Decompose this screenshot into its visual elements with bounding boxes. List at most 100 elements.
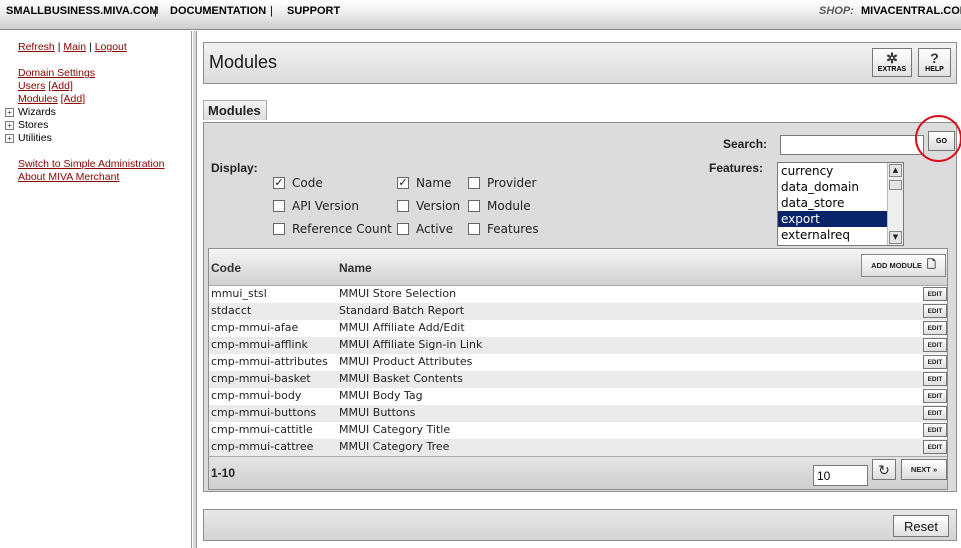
- main-link[interactable]: Main: [63, 41, 86, 53]
- modules-add-link[interactable]: [Add]: [61, 93, 86, 105]
- features-listbox[interactable]: currency data_domain data_store export e…: [777, 162, 904, 246]
- cell-code: cmp-mmui-cattree: [211, 440, 314, 453]
- expand-icon[interactable]: +: [5, 107, 14, 117]
- display-option-active[interactable]: Active: [397, 222, 453, 236]
- table-row[interactable]: cmp-mmui-attributes MMUI Product Attribu…: [209, 354, 947, 371]
- display-option-provider[interactable]: Provider: [468, 176, 536, 190]
- help-button[interactable]: ? HELP: [918, 48, 951, 77]
- features-option[interactable]: data_domain: [778, 179, 903, 195]
- modules-panel: Search: GO Display: ✓ Code ✓ Name Provid…: [203, 115, 961, 492]
- edit-button[interactable]: EDIT: [923, 440, 947, 454]
- refresh-icon[interactable]: ↻: [872, 459, 896, 480]
- cell-name: MMUI Product Attributes: [339, 355, 473, 368]
- edit-button[interactable]: EDIT: [923, 389, 947, 403]
- column-header-name[interactable]: Name: [339, 261, 372, 275]
- tree-item-stores[interactable]: + Stores: [5, 119, 48, 131]
- checkbox[interactable]: [468, 177, 480, 189]
- nav-link-mivacentral[interactable]: MIVACENTRAL.COM: [861, 5, 961, 17]
- link-separator: |: [57, 41, 61, 53]
- domain-settings-link[interactable]: Domain Settings: [18, 67, 95, 79]
- cell-code: stdacct: [211, 304, 252, 317]
- expand-icon[interactable]: +: [5, 120, 14, 130]
- search-input[interactable]: [780, 135, 924, 155]
- next-page-button[interactable]: NEXT »: [901, 459, 947, 480]
- edit-button[interactable]: EDIT: [923, 355, 947, 369]
- sidebar-item-modules: Modules [Add]: [18, 93, 85, 105]
- cell-code: mmui_stsl: [211, 287, 267, 300]
- table-row[interactable]: cmp-mmui-cattitle MMUI Category Title ED…: [209, 422, 947, 439]
- extras-button[interactable]: ✲ EXTRAS: [872, 48, 912, 77]
- display-option-code[interactable]: ✓ Code: [273, 176, 323, 190]
- checkbox[interactable]: [468, 200, 480, 212]
- go-button[interactable]: GO: [928, 131, 955, 151]
- users-add-link[interactable]: [Add]: [48, 80, 73, 92]
- scroll-thumb[interactable]: [889, 180, 902, 190]
- cell-name: MMUI Category Tree: [339, 440, 450, 453]
- sidebar-item-domain-settings: Domain Settings: [18, 67, 95, 79]
- display-option-features[interactable]: Features: [468, 222, 539, 236]
- table-row[interactable]: mmui_stsl MMUI Store Selection EDIT: [209, 286, 947, 303]
- table-row[interactable]: cmp-mmui-body MMUI Body Tag EDIT: [209, 388, 947, 405]
- users-link[interactable]: Users: [18, 80, 45, 92]
- nav-link-smallbusiness[interactable]: SMALLBUSINESS.MIVA.COM: [6, 5, 159, 17]
- modules-link[interactable]: Modules: [18, 93, 58, 105]
- edit-button[interactable]: EDIT: [923, 287, 947, 301]
- logout-link[interactable]: Logout: [95, 41, 127, 53]
- features-option-selected[interactable]: export: [778, 211, 903, 227]
- sidebar-item-switch: Switch to Simple Administration: [18, 158, 164, 170]
- tree-item-utilities[interactable]: + Utilities: [5, 132, 52, 144]
- cell-name: MMUI Basket Contents: [339, 372, 463, 385]
- features-option[interactable]: externalreq: [778, 227, 903, 243]
- checkbox[interactable]: [468, 223, 480, 235]
- display-option-version[interactable]: Version: [397, 199, 460, 213]
- extras-label: EXTRAS: [877, 66, 907, 73]
- checkbox[interactable]: [273, 200, 285, 212]
- edit-button[interactable]: EDIT: [923, 423, 947, 437]
- table-row[interactable]: cmp-mmui-basket MMUI Basket Contents EDI…: [209, 371, 947, 388]
- checkbox[interactable]: [273, 223, 285, 235]
- edit-button[interactable]: EDIT: [923, 321, 947, 335]
- sidebar-resize-handle[interactable]: [193, 31, 197, 548]
- switch-simple-admin-link[interactable]: Switch to Simple Administration: [18, 158, 164, 170]
- reset-button[interactable]: Reset: [893, 515, 949, 537]
- page-title: Modules: [209, 52, 278, 72]
- add-module-button[interactable]: ADD MODULE 🗋: [861, 254, 946, 277]
- sidebar-item-about: About MIVA Merchant: [18, 171, 119, 183]
- features-label: Features:: [709, 161, 764, 175]
- display-option-api-version[interactable]: API Version: [273, 199, 359, 213]
- tree-item-wizards[interactable]: + Wizards: [5, 106, 56, 118]
- display-option-name[interactable]: ✓ Name: [397, 176, 451, 190]
- table-row[interactable]: cmp-mmui-afflink MMUI Affiliate Sign-in …: [209, 337, 947, 354]
- edit-button[interactable]: EDIT: [923, 304, 947, 318]
- edit-button[interactable]: EDIT: [923, 372, 947, 386]
- search-label: Search:: [723, 137, 768, 151]
- edit-button[interactable]: EDIT: [923, 406, 947, 420]
- expand-icon[interactable]: +: [5, 133, 14, 143]
- cell-name: MMUI Store Selection: [339, 287, 457, 300]
- features-option[interactable]: currency: [778, 163, 903, 179]
- checkbox[interactable]: ✓: [273, 177, 285, 189]
- features-scrollbar[interactable]: ▲ ▼: [887, 163, 903, 245]
- edit-button[interactable]: EDIT: [923, 338, 947, 352]
- nav-link-support[interactable]: SUPPORT: [287, 5, 340, 17]
- table-row[interactable]: cmp-mmui-buttons MMUI Buttons EDIT: [209, 405, 947, 422]
- scroll-up-icon[interactable]: ▲: [889, 164, 902, 177]
- checkbox[interactable]: [397, 200, 409, 212]
- display-option-module[interactable]: Module: [468, 199, 531, 213]
- checkbox[interactable]: [397, 223, 409, 235]
- features-option[interactable]: data_store: [778, 195, 903, 211]
- checkbox[interactable]: ✓: [397, 177, 409, 189]
- table-row[interactable]: cmp-mmui-cattree MMUI Category Tree EDIT: [209, 439, 947, 456]
- tab-modules[interactable]: Modules: [203, 100, 267, 120]
- nav-separator: |: [270, 5, 273, 17]
- column-header-code[interactable]: Code: [211, 261, 241, 275]
- display-option-reference-count[interactable]: Reference Count: [273, 222, 392, 236]
- table-body: mmui_stsl MMUI Store Selection EDIT stda…: [209, 286, 947, 456]
- table-row[interactable]: cmp-mmui-afae MMUI Affiliate Add/Edit ED…: [209, 320, 947, 337]
- page-size-input[interactable]: [813, 465, 868, 486]
- nav-link-documentation[interactable]: DOCUMENTATION: [170, 5, 266, 17]
- scroll-down-icon[interactable]: ▼: [889, 231, 902, 244]
- refresh-link[interactable]: Refresh: [18, 41, 55, 53]
- about-miva-link[interactable]: About MIVA Merchant: [18, 171, 119, 183]
- table-row[interactable]: stdacct Standard Batch Report EDIT: [209, 303, 947, 320]
